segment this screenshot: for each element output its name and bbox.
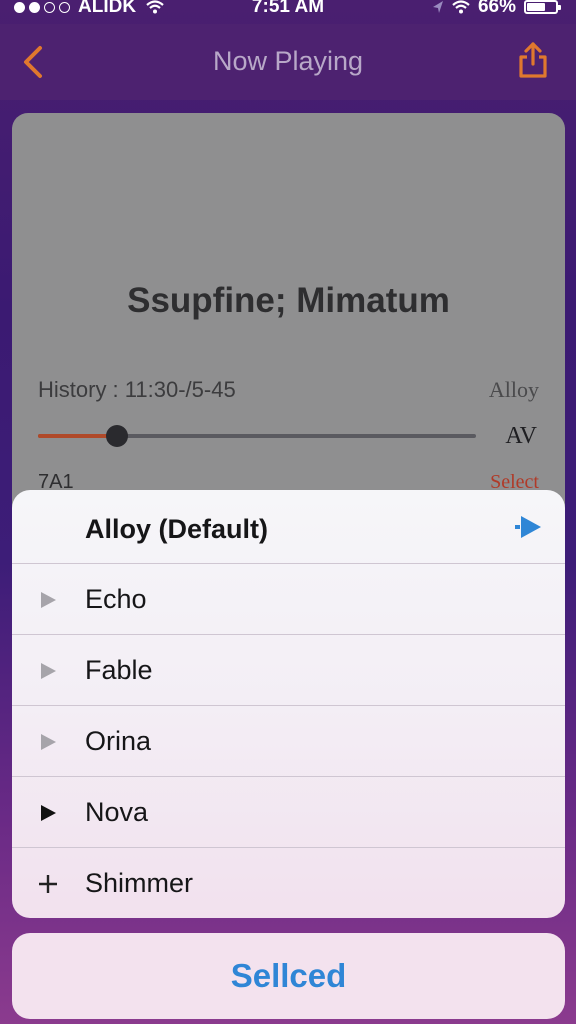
status-right: 66% — [432, 0, 561, 18]
triangle-right-icon — [41, 805, 56, 821]
triangle-right-icon — [41, 734, 56, 750]
plus-icon — [39, 875, 57, 893]
play-icon[interactable] — [515, 514, 543, 540]
history-label: History : 11:30-/5-45 — [38, 377, 236, 402]
confirm-button[interactable]: Sellced — [12, 933, 565, 1019]
track-title: Ssupfine; Mimatum — [127, 281, 450, 320]
option-label: Nova — [85, 797, 149, 827]
triangle-right-icon — [41, 663, 56, 679]
option-label: Echo — [85, 584, 147, 614]
option-label: Shimmer — [85, 868, 194, 898]
menu-option-echo[interactable]: Echo — [12, 564, 565, 635]
nav-bar: Now Playing — [0, 24, 576, 100]
av-label: AV — [505, 423, 537, 449]
share-icon[interactable] — [516, 40, 550, 80]
battery-percent: 66% — [477, 0, 516, 17]
wifi-icon — [452, 0, 470, 14]
menu-option-fable[interactable]: Fable — [12, 635, 565, 706]
status-bar: ALIDK 7:51 AM 66% — [0, 0, 576, 18]
menu-option-alloy[interactable]: Alloy (Default) — [12, 490, 565, 564]
page-title: Now Playing — [212, 46, 364, 76]
option-label: Alloy (Default) — [85, 514, 269, 544]
menu-option-shimmer[interactable]: Shimmer — [12, 848, 565, 918]
now-playing-card: Ssupfine; Mimatum History : 11:30-/5-45 … — [12, 113, 565, 523]
triangle-right-icon — [41, 592, 56, 608]
voice-label: Alloy — [488, 377, 539, 402]
menu-option-orina[interactable]: Orina — [12, 706, 565, 777]
option-label: Orina — [85, 726, 152, 756]
battery-icon — [524, 0, 561, 14]
voice-menu: Alloy (Default) Echo Fable Orina Nova Sh… — [12, 490, 565, 918]
progress-thumb[interactable] — [105, 425, 128, 447]
option-label: Fable — [85, 655, 153, 685]
progress-slider[interactable] — [38, 425, 476, 447]
location-arrow-icon — [432, 1, 443, 13]
menu-option-nova[interactable]: Nova — [12, 777, 565, 848]
